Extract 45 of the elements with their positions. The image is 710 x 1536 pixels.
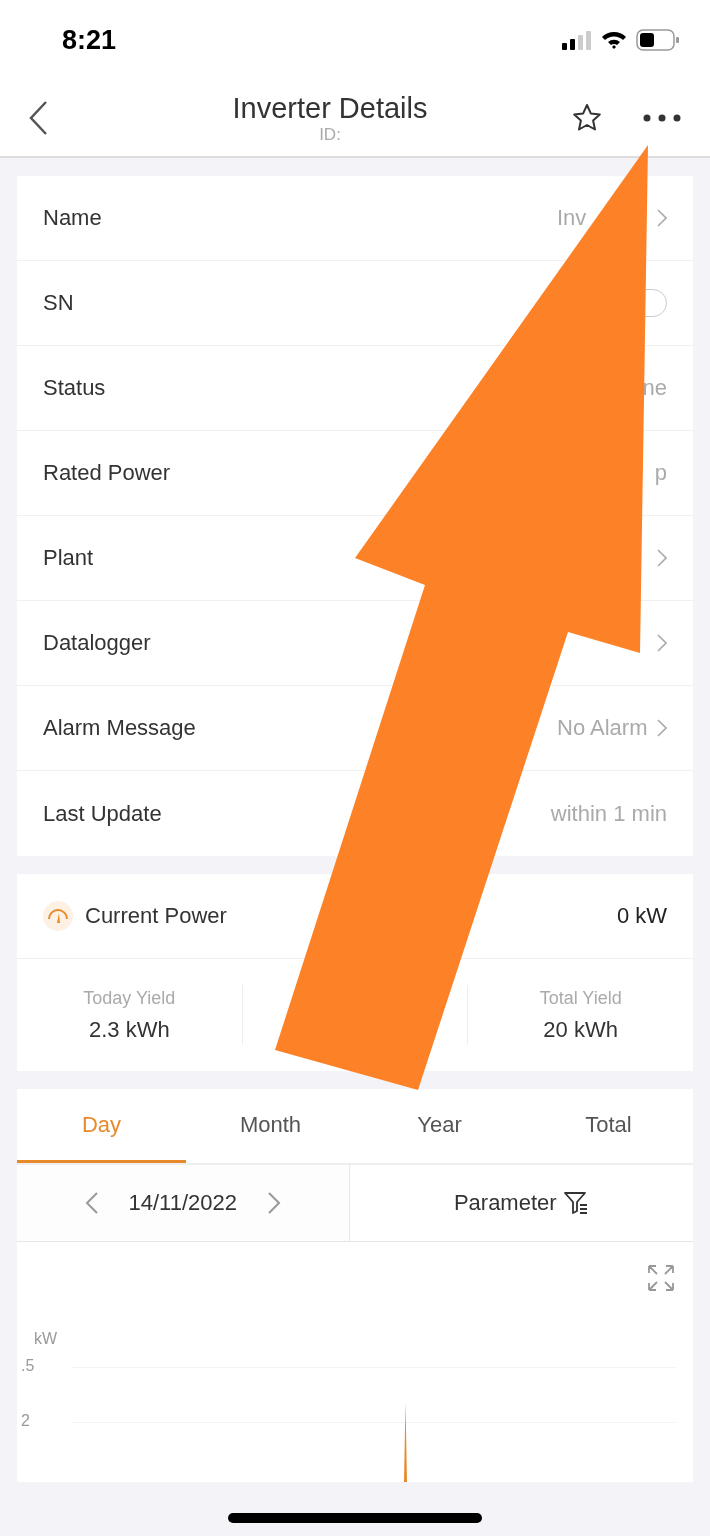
- field-value: p: [654, 460, 667, 486]
- chevron-icon[interactable]: [657, 719, 667, 737]
- filter-icon: [562, 1191, 589, 1215]
- chevron-icon[interactable]: [657, 634, 667, 652]
- stat-label: Today Yield: [83, 987, 176, 1009]
- field-label: SN: [43, 290, 74, 316]
- chevron-icon[interactable]: [657, 549, 667, 567]
- previous-icon[interactable]: [84, 1191, 99, 1215]
- chevron-icon[interactable]: [657, 209, 667, 227]
- axis-unit: kW: [34, 1330, 58, 1348]
- stat-value: 20 kWh: [543, 1016, 618, 1043]
- battery-icon: [636, 29, 680, 51]
- current-power-value: 0 kW: [616, 903, 667, 929]
- date-label: 14/11/2022: [128, 1190, 237, 1216]
- signal-icon: [562, 30, 592, 50]
- more-icon[interactable]: [642, 113, 682, 123]
- period-tab[interactable]: Year: [355, 1089, 524, 1163]
- field-label: Last Update: [43, 800, 162, 827]
- field-label: Alarm Message: [43, 715, 196, 741]
- period-tab[interactable]: Total: [524, 1089, 693, 1163]
- stat-value: 2.3 kWh: [88, 1016, 170, 1043]
- field-value: No Alarm: [557, 715, 649, 741]
- back-icon[interactable]: [28, 100, 48, 136]
- field-label: Name: [43, 205, 102, 231]
- field-label: Datalogger: [43, 630, 151, 656]
- field-label: Rated Power: [43, 460, 171, 486]
- wifi-icon: [600, 30, 628, 50]
- field-value: ne: [642, 375, 667, 401]
- clock-time: 8:21: [62, 24, 117, 56]
- axis-label: .5: [21, 1357, 35, 1375]
- expand-icon[interactable]: [647, 1264, 675, 1292]
- stat-label: Total Yield: [539, 987, 622, 1009]
- gauge-icon: [43, 901, 73, 931]
- parameter-button[interactable]: Parameter: [349, 1165, 693, 1241]
- device-id: ID:: [319, 124, 341, 145]
- star-icon[interactable]: [572, 103, 602, 133]
- period-tab[interactable]: Month: [186, 1089, 355, 1163]
- field-label: Plant: [43, 545, 94, 571]
- page-title: Inverter Details: [232, 91, 428, 125]
- field-value: within 1 min: [550, 800, 667, 827]
- current-power-label: Current Power: [85, 903, 228, 929]
- field-value: Inv: [557, 205, 588, 231]
- next-icon[interactable]: [267, 1191, 281, 1215]
- axis-label: 2: [21, 1412, 30, 1430]
- field-label: Status: [43, 375, 106, 401]
